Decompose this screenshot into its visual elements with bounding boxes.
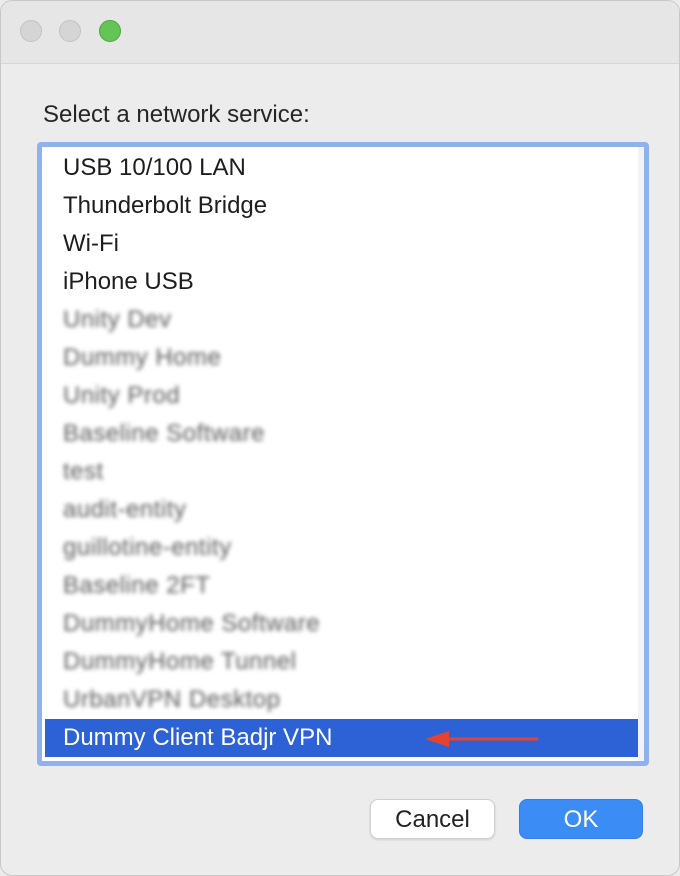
- list-item[interactable]: Baseline 2FT: [45, 567, 638, 605]
- title-bar: [1, 1, 679, 64]
- ok-button[interactable]: OK: [519, 799, 643, 839]
- close-icon[interactable]: [20, 20, 42, 42]
- list-item[interactable]: Dummy Home: [45, 339, 638, 377]
- list-item-label: test: [63, 458, 104, 485]
- list-item-label: Unity Prod: [63, 382, 181, 409]
- network-service-dialog: Select a network service: USB 10/100 LAN…: [0, 0, 680, 876]
- list-item[interactable]: DummyHome Tunnel: [45, 643, 638, 681]
- list-item[interactable]: guillotine-entity: [45, 529, 638, 567]
- network-service-list[interactable]: USB 10/100 LAN Thunderbolt Bridge Wi-Fi …: [37, 142, 649, 766]
- list-item-label: Thunderbolt Bridge: [63, 192, 268, 219]
- zoom-icon[interactable]: [99, 20, 121, 42]
- cancel-button[interactable]: Cancel: [370, 799, 495, 839]
- list-item[interactable]: Baseline Software: [45, 415, 638, 453]
- list-scrollbar[interactable]: [638, 147, 644, 761]
- list-item[interactable]: iPhone USB: [45, 263, 638, 301]
- list-item-label: Dummy Client Badjr VPN: [63, 724, 333, 751]
- list-item-label: DummyHome Tunnel: [63, 648, 297, 675]
- list-item[interactable]: audit-entity: [45, 491, 638, 529]
- list-item-label: DummyHome Software: [63, 610, 321, 637]
- list-item[interactable]: UrbanVPN Desktop: [45, 681, 638, 719]
- list-item[interactable]: USB 10/100 LAN: [45, 149, 638, 187]
- list-item[interactable]: test: [45, 453, 638, 491]
- list-item-label: Wi-Fi: [63, 230, 119, 257]
- list-item[interactable]: Unity Prod: [45, 377, 638, 415]
- dialog-prompt: Select a network service:: [43, 101, 310, 128]
- list-item-label: audit-entity: [63, 496, 187, 523]
- list-item-label: guillotine-entity: [63, 534, 232, 561]
- list-item-label: Dummy Home: [63, 344, 222, 371]
- list-item-selected[interactable]: Dummy Client Badjr VPN: [45, 719, 638, 757]
- list-item-label: USB 10/100 LAN: [63, 154, 246, 181]
- annotation-arrow-icon: [425, 731, 539, 747]
- list-item[interactable]: Unity Dev: [45, 301, 638, 339]
- minimize-icon[interactable]: [59, 20, 81, 42]
- list-item-label: Baseline Software: [63, 420, 265, 447]
- list-item[interactable]: Thunderbolt Bridge: [45, 187, 638, 225]
- list-item-label: Baseline 2FT: [63, 572, 211, 599]
- list-item[interactable]: Wi-Fi: [45, 225, 638, 263]
- list-item-label: iPhone USB: [63, 268, 194, 295]
- list-item-label: UrbanVPN Desktop: [63, 686, 281, 713]
- list-item-label: Unity Dev: [63, 306, 172, 333]
- list-item[interactable]: DummyHome Software: [45, 605, 638, 643]
